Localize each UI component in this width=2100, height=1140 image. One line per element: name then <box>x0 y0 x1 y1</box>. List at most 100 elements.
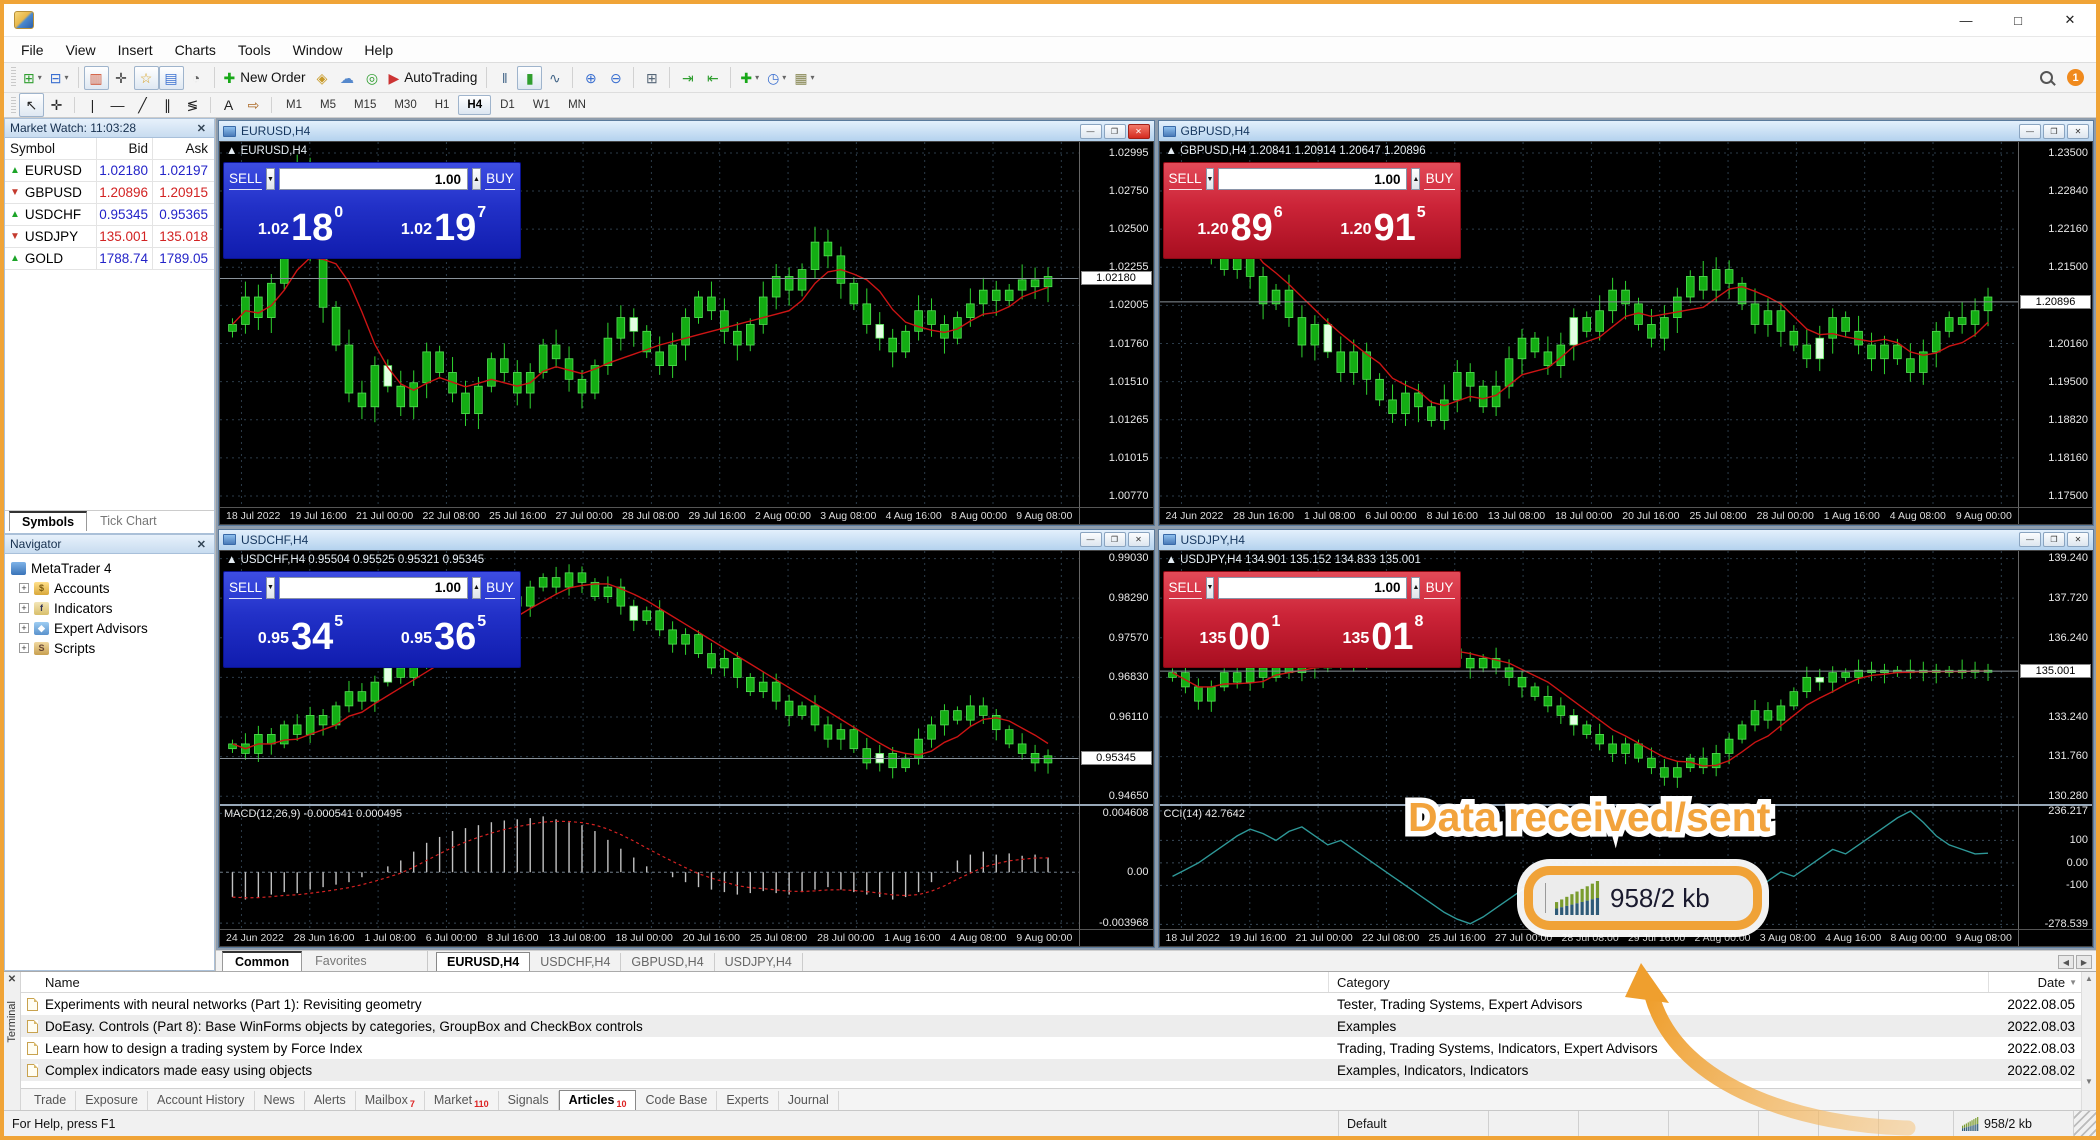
periods-button[interactable]: ◷ ▾ <box>763 66 790 90</box>
volume-decrease-button[interactable]: ▼ <box>266 576 275 599</box>
terminal-tab-news[interactable]: News <box>255 1091 305 1110</box>
terminal-tab-alerts[interactable]: Alerts <box>305 1091 356 1110</box>
chart-window-titlebar[interactable]: EURUSD,H4 — ❐ ✕ <box>219 121 1154 141</box>
article-row[interactable]: DoEasy. Controls (Part 8): Base WinForms… <box>21 1015 2081 1037</box>
expand-icon[interactable]: + <box>19 603 29 613</box>
indicators-list-button[interactable]: ✚ ▾ <box>736 66 763 90</box>
buy-button[interactable]: BUY <box>484 577 515 599</box>
chart-plot-area[interactable]: ▲ USDCHF,H4 0.95504 0.95525 0.95321 0.95… <box>220 550 1079 804</box>
resize-grip[interactable] <box>2074 1111 2096 1136</box>
volume-decrease-button[interactable]: ▼ <box>1205 576 1215 599</box>
close-icon[interactable]: ✕ <box>194 122 209 135</box>
volume-increase-button[interactable]: ▲ <box>471 576 481 599</box>
chart-window-titlebar[interactable]: USDCHF,H4 — ❐ ✕ <box>219 529 1154 550</box>
chart-close-button[interactable]: ✕ <box>1127 123 1150 139</box>
menu-file[interactable]: File <box>10 39 55 61</box>
article-row[interactable]: Experiments with neural networks (Part 1… <box>21 993 2081 1015</box>
ask-price-display[interactable]: 0.95 36 5 <box>372 603 515 661</box>
crosshair-tool-button[interactable]: ✛ <box>44 93 69 117</box>
chart-minimize-button[interactable]: — <box>1079 123 1102 139</box>
chart-tab-gbpusd-h4[interactable]: GBPUSD,H4 <box>621 953 715 971</box>
chart-plot-area[interactable]: ▲ USDJPY,H4 134.901 135.152 134.833 135.… <box>1159 550 2018 804</box>
tree-root[interactable]: MetaTrader 4 <box>11 558 214 578</box>
autotrading-button[interactable]: ▶ AutoTrading <box>385 66 482 90</box>
ask-price-display[interactable]: 135 01 8 <box>1312 603 1455 661</box>
timeframe-m1[interactable]: M1 <box>277 95 311 115</box>
chart-shift-button[interactable]: ⇤ <box>700 66 725 90</box>
scroll-right-icon[interactable]: ▶ <box>2076 955 2092 969</box>
data-window-button[interactable]: ✛ <box>109 66 134 90</box>
tree-item-indicators[interactable]: + f Indicators <box>11 598 214 618</box>
window-maximize-button[interactable]: □ <box>1992 4 2044 36</box>
ask-price-display[interactable]: 1.02 19 7 <box>372 194 515 252</box>
tab-common[interactable]: Common <box>222 951 303 971</box>
new-chart-button[interactable]: ⊞ ▾ <box>19 66 46 90</box>
symbol-row-eurusd[interactable]: ▲ EURUSD 1.02180 1.02197 <box>5 160 214 182</box>
candlestick-mode-button[interactable]: ▮ <box>517 65 543 90</box>
buy-button[interactable]: BUY <box>484 168 515 190</box>
sell-button[interactable]: SELL <box>1168 168 1202 190</box>
market-watch-toggle-button[interactable]: ▥ <box>83 65 109 90</box>
terminal-tab-trade[interactable]: Trade <box>25 1091 77 1110</box>
terminal-tab-journal[interactable]: Journal <box>779 1091 839 1110</box>
toolbar-grip[interactable] <box>11 96 16 114</box>
timeframe-m30[interactable]: M30 <box>385 95 425 115</box>
window-close-button[interactable]: ✕ <box>2044 4 2096 36</box>
symbol-row-usdchf[interactable]: ▲ USDCHF 0.95345 0.95365 <box>5 204 214 226</box>
expand-icon[interactable]: + <box>19 643 29 653</box>
arrows-tool-button[interactable]: ⇨ <box>241 93 266 117</box>
window-minimize-button[interactable]: — <box>1940 4 1992 36</box>
expand-icon[interactable]: + <box>19 583 29 593</box>
chart-restore-button[interactable]: ❐ <box>1103 532 1126 548</box>
volume-decrease-button[interactable]: ▼ <box>1205 168 1215 190</box>
chart-minimize-button[interactable]: — <box>2019 532 2041 548</box>
volume-decrease-button[interactable]: ▼ <box>266 168 275 190</box>
tree-item-accounts[interactable]: + $ Accounts <box>11 578 214 598</box>
strategy-tester-button[interactable]: ◔ <box>184 66 209 90</box>
timeframe-m15[interactable]: M15 <box>345 95 385 115</box>
tile-windows-button[interactable]: ⊞ <box>639 66 664 90</box>
symbol-row-usdjpy[interactable]: ▼ USDJPY 135.001 135.018 <box>5 226 214 248</box>
vertical-line-tool-button[interactable]: | <box>80 93 105 117</box>
tab-favorites[interactable]: Favorites <box>302 951 379 971</box>
new-order-button[interactable]: ✚ New Order <box>220 66 310 90</box>
volume-increase-button[interactable]: ▲ <box>1411 168 1421 190</box>
menu-view[interactable]: View <box>55 39 107 61</box>
menu-insert[interactable]: Insert <box>107 39 164 61</box>
article-row[interactable]: Complex indicators made easy using objec… <box>21 1059 2081 1081</box>
timeframe-mn[interactable]: MN <box>559 95 595 115</box>
bid-price-display[interactable]: 0.95 34 5 <box>229 603 372 661</box>
chart-minimize-button[interactable]: — <box>2019 123 2041 139</box>
menu-tools[interactable]: Tools <box>227 39 282 61</box>
chart-restore-button[interactable]: ❐ <box>2043 123 2065 139</box>
zoom-in-button[interactable]: ⊕ <box>578 66 603 90</box>
trendline-tool-button[interactable]: ╱ <box>130 93 155 117</box>
cursor-tool-button[interactable]: ↖ <box>19 93 44 117</box>
terminal-scrollbar[interactable]: ▲ ▼ <box>2081 972 2096 1110</box>
signals-button[interactable]: ◎ <box>360 66 385 90</box>
community-badge[interactable]: 1 <box>2067 69 2084 86</box>
tab-symbols[interactable]: Symbols <box>9 511 88 531</box>
chart-window-titlebar[interactable]: USDJPY,H4 — ❐ ✕ <box>1158 529 2093 550</box>
bar-chart-mode-button[interactable]: ‖ <box>492 66 517 90</box>
chart-restore-button[interactable]: ❐ <box>1103 123 1126 139</box>
close-icon[interactable]: ✕ <box>194 538 209 551</box>
templates-button[interactable]: ▦ ▾ <box>790 66 818 90</box>
volume-increase-button[interactable]: ▲ <box>1411 576 1421 599</box>
chart-restore-button[interactable]: ❐ <box>2043 532 2065 548</box>
timeframe-w1[interactable]: W1 <box>524 95 559 115</box>
column-header-name[interactable]: Name <box>21 972 1329 992</box>
status-profile[interactable]: Default <box>1339 1111 1489 1136</box>
terminal-tab-market[interactable]: Market 110 <box>425 1091 499 1110</box>
terminal-tab-articles[interactable]: Articles 10 <box>558 1090 637 1110</box>
timeframe-h4[interactable]: H4 <box>458 95 492 115</box>
chart-close-button[interactable]: ✕ <box>1127 532 1150 548</box>
timeframe-h1[interactable]: H1 <box>426 95 459 115</box>
chart-tab-eurusd-h4[interactable]: EURUSD,H4 <box>436 952 531 971</box>
column-header-category[interactable]: Category <box>1329 972 1989 992</box>
horizontal-line-tool-button[interactable]: — <box>105 93 130 117</box>
profiles-button[interactable]: ⊟ ▾ <box>46 66 73 90</box>
auto-scroll-button[interactable]: ⇥ <box>675 66 700 90</box>
navigator-toggle-button[interactable]: ☆ <box>133 65 159 90</box>
terminal-tab-mailbox[interactable]: Mailbox 7 <box>356 1091 425 1110</box>
